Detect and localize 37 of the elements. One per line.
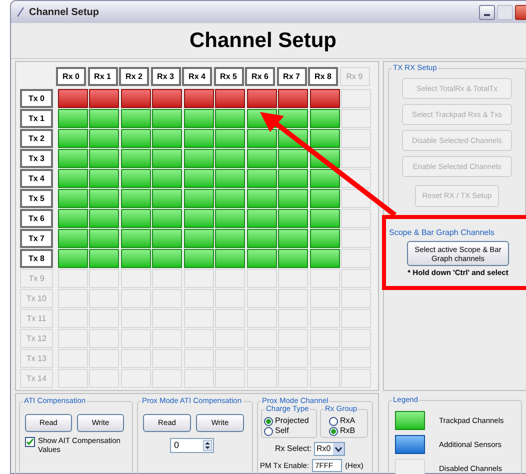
minimize-button[interactable] [479,4,495,20]
column-header[interactable]: Rx 5 [214,67,244,86]
radio-label: RxA [340,416,356,426]
column-header[interactable]: Rx 6 [245,67,275,86]
group-title: Scope & Bar Graph Channels [389,228,494,238]
column-header[interactable]: Rx 4 [182,67,212,86]
row-header[interactable]: Tx 2 [20,129,53,148]
row-header[interactable]: Tx 0 [20,89,53,108]
row-header[interactable]: Tx 1 [20,109,53,128]
row-header[interactable]: Tx 7 [20,229,53,248]
app-icon [15,6,25,18]
column-header[interactable]: Rx 1 [88,67,118,86]
radio-button[interactable] [264,426,273,436]
row-header[interactable]: Tx 6 [20,209,53,228]
column-header[interactable]: Rx 0 [56,67,86,86]
rx-select-dropdown[interactable]: Rx0 [314,442,345,456]
radio-label: RxB [340,426,356,436]
spinner-arrows-icon[interactable] [203,440,212,451]
radio-label: Projected [275,416,309,426]
checkbox[interactable] [25,437,35,447]
radio-button[interactable] [264,416,273,426]
column-header[interactable]: Rx 8 [308,67,338,86]
radio-button[interactable] [329,416,338,426]
radio-button[interactable] [329,426,338,436]
number-spinner[interactable]: 0 [170,438,214,453]
column-header[interactable]: Rx 7 [276,67,306,86]
column-header[interactable]: Rx 2 [119,67,149,86]
window-title: Channel Setup [29,6,100,20]
chevron-down-icon [334,446,342,452]
row-header[interactable]: Tx 8 [20,249,53,268]
row-header[interactable]: Tx 3 [20,149,53,168]
column-header[interactable]: Rx 3 [150,67,180,86]
radio-label: Self [275,426,289,436]
row-header[interactable]: Tx 5 [20,189,53,208]
page-heading: Channel Setup [189,28,336,54]
row-header[interactable]: Tx 4 [20,169,53,188]
field-label: Rx Select: [275,443,312,455]
